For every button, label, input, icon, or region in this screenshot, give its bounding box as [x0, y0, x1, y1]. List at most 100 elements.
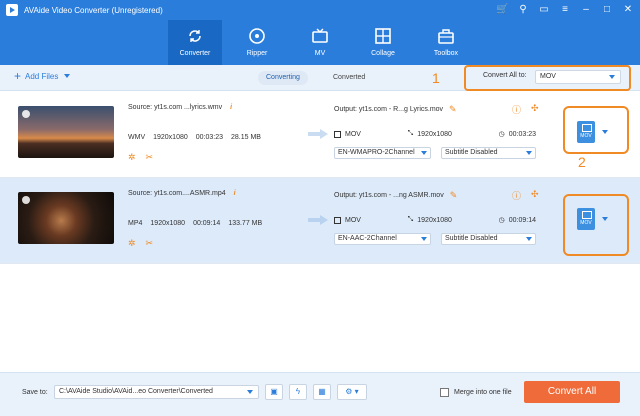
clock-icon: ◷: [498, 131, 505, 138]
resolution-icon: ⤡: [407, 216, 414, 223]
subtitle-value: Subtitle Disabled: [445, 235, 498, 242]
add-files-label: Add Files: [25, 71, 59, 81]
compress-icon[interactable]: ✣: [531, 189, 539, 202]
video-thumbnail[interactable]: [18, 106, 114, 158]
plus-icon: +: [14, 69, 22, 83]
save-path-select[interactable]: C:\AVAide Studio\AVAid...eo Converter\Co…: [54, 385, 259, 399]
output-format: MOV: [345, 130, 361, 138]
gear-icon: ⚙ ▾: [345, 387, 359, 396]
info-circle-icon[interactable]: ⓘ: [512, 189, 521, 202]
tab-converter[interactable]: Converter: [168, 20, 222, 65]
convert-all-button[interactable]: Convert All: [524, 381, 620, 403]
chevron-down-icon[interactable]: [602, 130, 608, 134]
resolution-icon: ⤡: [407, 130, 414, 137]
cut-icon[interactable]: ✂: [146, 152, 154, 163]
subtitle-value: Subtitle Disabled: [445, 149, 498, 156]
open-folder-button[interactable]: ▣: [265, 384, 283, 400]
play-icon: [22, 196, 30, 204]
audio-track-value: EN-WMAPRO-2Channel: [338, 149, 415, 156]
arrow-right-icon: [308, 129, 328, 139]
edit-icon[interactable]: ✎: [449, 104, 457, 115]
source-duration: 00:09:14: [193, 220, 221, 227]
output-name-text: Output: yt1s.com - ...ng ASMR.mov: [334, 192, 444, 199]
source-name-text: Source: yt1s.com ...lyrics.wmv: [128, 104, 223, 111]
minimize-icon[interactable]: –: [580, 3, 592, 17]
compress-icon[interactable]: ✣: [531, 103, 539, 116]
collage-icon: [375, 28, 391, 44]
ripper-icon: [249, 28, 265, 44]
output-name-text: Output: yt1s.com - R...g Lyrics.mov: [334, 106, 444, 113]
chevron-down-icon: [526, 237, 532, 241]
tab-ripper-label: Ripper: [246, 50, 268, 57]
footer-bar: Save to: C:\AVAide Studio\AVAid...eo Con…: [0, 372, 640, 416]
file-row[interactable]: Source: yt1s.com ...lyrics.wmv i WMV 1920…: [0, 92, 640, 178]
audio-track-select[interactable]: EN-AAC-2Channel: [334, 233, 431, 245]
tab-converted[interactable]: Converted: [325, 71, 373, 85]
tab-mv-label: MV: [314, 50, 326, 57]
audio-track-value: EN-AAC-2Channel: [338, 235, 397, 242]
merge-checkbox[interactable]: [440, 388, 449, 397]
output-format-button[interactable]: MOV: [577, 121, 595, 143]
tab-converting[interactable]: Converting: [258, 71, 308, 85]
info-circle-icon[interactable]: ⓘ: [512, 103, 521, 116]
output-format-button[interactable]: MOV: [577, 208, 595, 230]
tab-collage[interactable]: Collage: [356, 20, 410, 65]
app-logo-icon: [6, 4, 18, 16]
cut-icon[interactable]: ✂: [146, 238, 154, 249]
close-icon[interactable]: ✕: [622, 3, 634, 17]
info-icon[interactable]: i: [230, 104, 232, 111]
video-thumbnail[interactable]: [18, 192, 114, 244]
source-resolution: 1920x1080: [153, 134, 188, 141]
chat-icon[interactable]: ▭: [538, 3, 550, 17]
output-resolution: 1920x1080: [417, 130, 452, 138]
source-resolution: 1920x1080: [150, 220, 186, 227]
source-meta: MP4 1920x1080 00:09:14 133.77 MB: [128, 220, 262, 227]
source-name-text: Source: yt1s.com....ASMR.mp4: [128, 190, 226, 197]
tab-toolbox[interactable]: Toolbox: [419, 20, 473, 65]
chevron-down-icon[interactable]: [64, 74, 71, 78]
annotation-number-1: 1: [432, 70, 440, 86]
annotation-highlight-format: [563, 194, 629, 256]
title-bar: AVAide Video Converter (Unregistered) 🛒 …: [0, 0, 640, 20]
enhance-icon[interactable]: ✲: [128, 238, 136, 249]
tab-mv[interactable]: MV: [293, 20, 347, 65]
tab-collage-label: Collage: [371, 50, 395, 57]
tab-toolbox-label: Toolbox: [433, 50, 459, 57]
output-format: MOV: [345, 216, 361, 224]
chevron-down-icon[interactable]: [602, 217, 608, 221]
menu-icon[interactable]: ≡: [559, 3, 571, 17]
chevron-down-icon: [421, 151, 427, 155]
output-resolution: 1920x1080: [417, 216, 452, 224]
gpu-button[interactable]: ▦: [313, 384, 331, 400]
output-name: Output: yt1s.com - ...ng ASMR.mov ✎: [334, 190, 457, 201]
edit-icon[interactable]: ✎: [450, 190, 458, 201]
save-path-value: C:\AVAide Studio\AVAid...eo Converter\Co…: [59, 388, 213, 395]
source-size: 28.15 MB: [231, 134, 261, 141]
chevron-down-icon: [609, 75, 615, 79]
info-icon[interactable]: i: [234, 190, 236, 197]
window-title: AVAide Video Converter (Unregistered): [24, 5, 163, 15]
maximize-icon[interactable]: □: [601, 3, 613, 17]
add-files-button[interactable]: + Add Files: [14, 69, 71, 83]
source-format: WMV: [128, 134, 146, 141]
gpu-icon: ▦: [318, 387, 326, 396]
source-name: Source: yt1s.com....ASMR.mp4 i: [128, 190, 236, 197]
convert-all-format-select[interactable]: MOV: [535, 70, 621, 84]
toolbox-icon: [438, 29, 454, 44]
settings-button[interactable]: ⚙ ▾: [337, 384, 367, 400]
tab-ripper[interactable]: Ripper: [230, 20, 284, 65]
subtitle-select[interactable]: Subtitle Disabled: [441, 147, 536, 159]
save-to-label: Save to:: [22, 389, 48, 396]
file-row[interactable]: Source: yt1s.com....ASMR.mp4 i MP4 1920x1…: [0, 178, 640, 264]
hardware-accel-button[interactable]: ϟ: [289, 384, 307, 400]
lightning-icon: ϟ: [295, 387, 301, 396]
cart-icon[interactable]: 🛒: [496, 3, 508, 17]
user-icon[interactable]: ⚲: [517, 3, 529, 17]
merge-option[interactable]: Merge into one file: [440, 388, 512, 397]
output-tools: ⓘ ✣: [512, 103, 539, 116]
audio-track-select[interactable]: EN-WMAPRO-2Channel: [334, 147, 431, 159]
annotation-number-2: 2: [578, 154, 586, 170]
enhance-icon[interactable]: ✲: [128, 152, 136, 163]
subtitle-select[interactable]: Subtitle Disabled: [441, 233, 536, 245]
output-tools: ⓘ ✣: [512, 189, 539, 202]
